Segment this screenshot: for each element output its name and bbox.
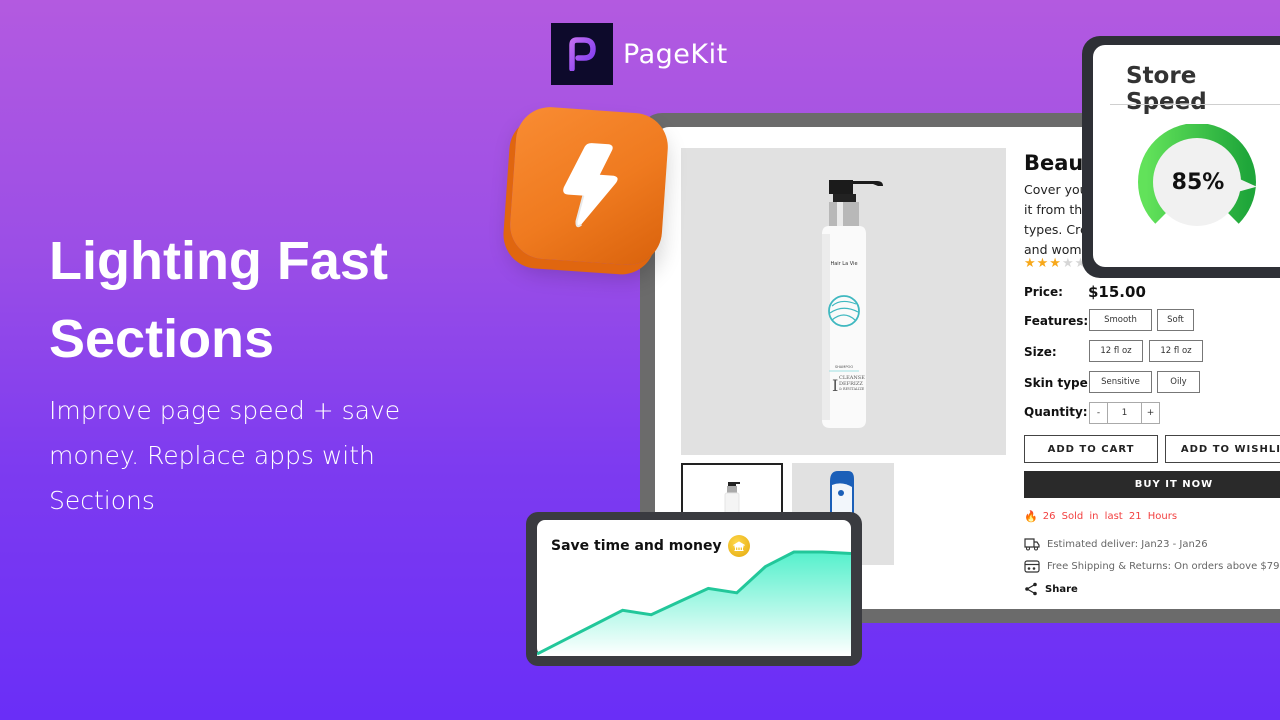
- speed-value: 85%: [1171, 170, 1225, 195]
- size-option-1[interactable]: 12 fl oz: [1089, 340, 1143, 362]
- rating-stars[interactable]: ★★★★★: [1024, 256, 1087, 271]
- lightning-badge: [507, 104, 671, 268]
- skin-type-label: Skin type:: [1024, 376, 1093, 390]
- lightning-bolt-icon: [563, 143, 618, 228]
- fire-icon: 🔥: [1024, 510, 1038, 523]
- sold-text: 26 Sold in last 21 Hours: [1042, 511, 1178, 522]
- size-label: Size:: [1024, 345, 1057, 359]
- savings-area: [537, 552, 851, 656]
- quantity-label: Quantity:: [1024, 405, 1088, 419]
- add-to-cart-button[interactable]: ADD TO CART: [1024, 435, 1158, 463]
- skin-option-sensitive[interactable]: Sensitive: [1089, 371, 1152, 393]
- hero-subtitle: Improve page speed + save money. Replace…: [49, 396, 401, 515]
- quantity-decrement-button[interactable]: -: [1090, 403, 1107, 423]
- feature-option-soft[interactable]: Soft: [1157, 309, 1194, 331]
- share-label: Share: [1045, 583, 1078, 595]
- product-main-image[interactable]: Hair La Vie SHAMPOO I CLEANSE DEFRIZZ & …: [681, 148, 1006, 455]
- svg-text:I: I: [832, 376, 838, 395]
- add-to-wishlist-button[interactable]: ADD TO WISHLIS: [1165, 435, 1280, 463]
- svg-text:Hair La Vie: Hair La Vie: [830, 261, 857, 267]
- hero-title-line1: Lighting Fast: [49, 231, 388, 291]
- sold-count: 🔥 26 Sold in last 21 Hours: [1024, 510, 1177, 523]
- savings-chart: [537, 550, 851, 656]
- speed-card-title: Store Speed: [1126, 63, 1207, 115]
- p-logo-icon: [569, 37, 596, 71]
- brand-logo: PageKit: [551, 23, 728, 85]
- size-option-2[interactable]: 12 fl oz: [1149, 340, 1203, 362]
- delivery-truck-icon: [1024, 538, 1040, 551]
- delivery-info: Estimated deliver: Jan23 - Jan26: [1024, 537, 1208, 551]
- shipping-text: Free Shipping & Returns: On orders above…: [1047, 561, 1280, 572]
- money-card-title-text: Save time and money: [551, 538, 722, 554]
- money-card-title: Save time and money: [551, 535, 750, 557]
- delivery-text: Estimated deliver: Jan23 - Jan26: [1047, 538, 1208, 550]
- svg-text:SHAMPOO: SHAMPOO: [835, 365, 854, 369]
- price-value: $15.00: [1088, 283, 1146, 301]
- brand-name: PageKit: [623, 38, 728, 70]
- shipping-card-icon: [1024, 560, 1040, 573]
- quantity-input[interactable]: 1: [1107, 403, 1142, 423]
- share-button[interactable]: Share: [1024, 582, 1078, 596]
- shampoo-bottle-icon: Hair La Vie SHAMPOO I CLEANSE DEFRIZZ & …: [822, 180, 883, 428]
- share-icon: [1025, 582, 1037, 596]
- features-label: Features:: [1024, 314, 1089, 328]
- hero-title-line2: Sections: [49, 309, 275, 369]
- feature-option-smooth[interactable]: Smooth: [1089, 309, 1152, 331]
- quantity-increment-button[interactable]: +: [1142, 403, 1159, 423]
- price-label: Price:: [1024, 285, 1063, 299]
- star-filled-icon: ★★★: [1024, 256, 1062, 271]
- svg-text:& REVITALIZE: & REVITALIZE: [839, 387, 865, 391]
- buy-now-button[interactable]: BUY IT NOW: [1024, 471, 1280, 498]
- skin-option-oily[interactable]: Oily: [1157, 371, 1200, 393]
- brand-logo-mark: [551, 23, 613, 85]
- quantity-stepper: - 1 +: [1089, 402, 1160, 424]
- speed-card-divider: [1110, 104, 1280, 105]
- shipping-info: Free Shipping & Returns: On orders above…: [1024, 560, 1280, 573]
- hero-title: Lighting Fast Sections: [49, 222, 509, 378]
- coin-bank-icon: [727, 535, 750, 557]
